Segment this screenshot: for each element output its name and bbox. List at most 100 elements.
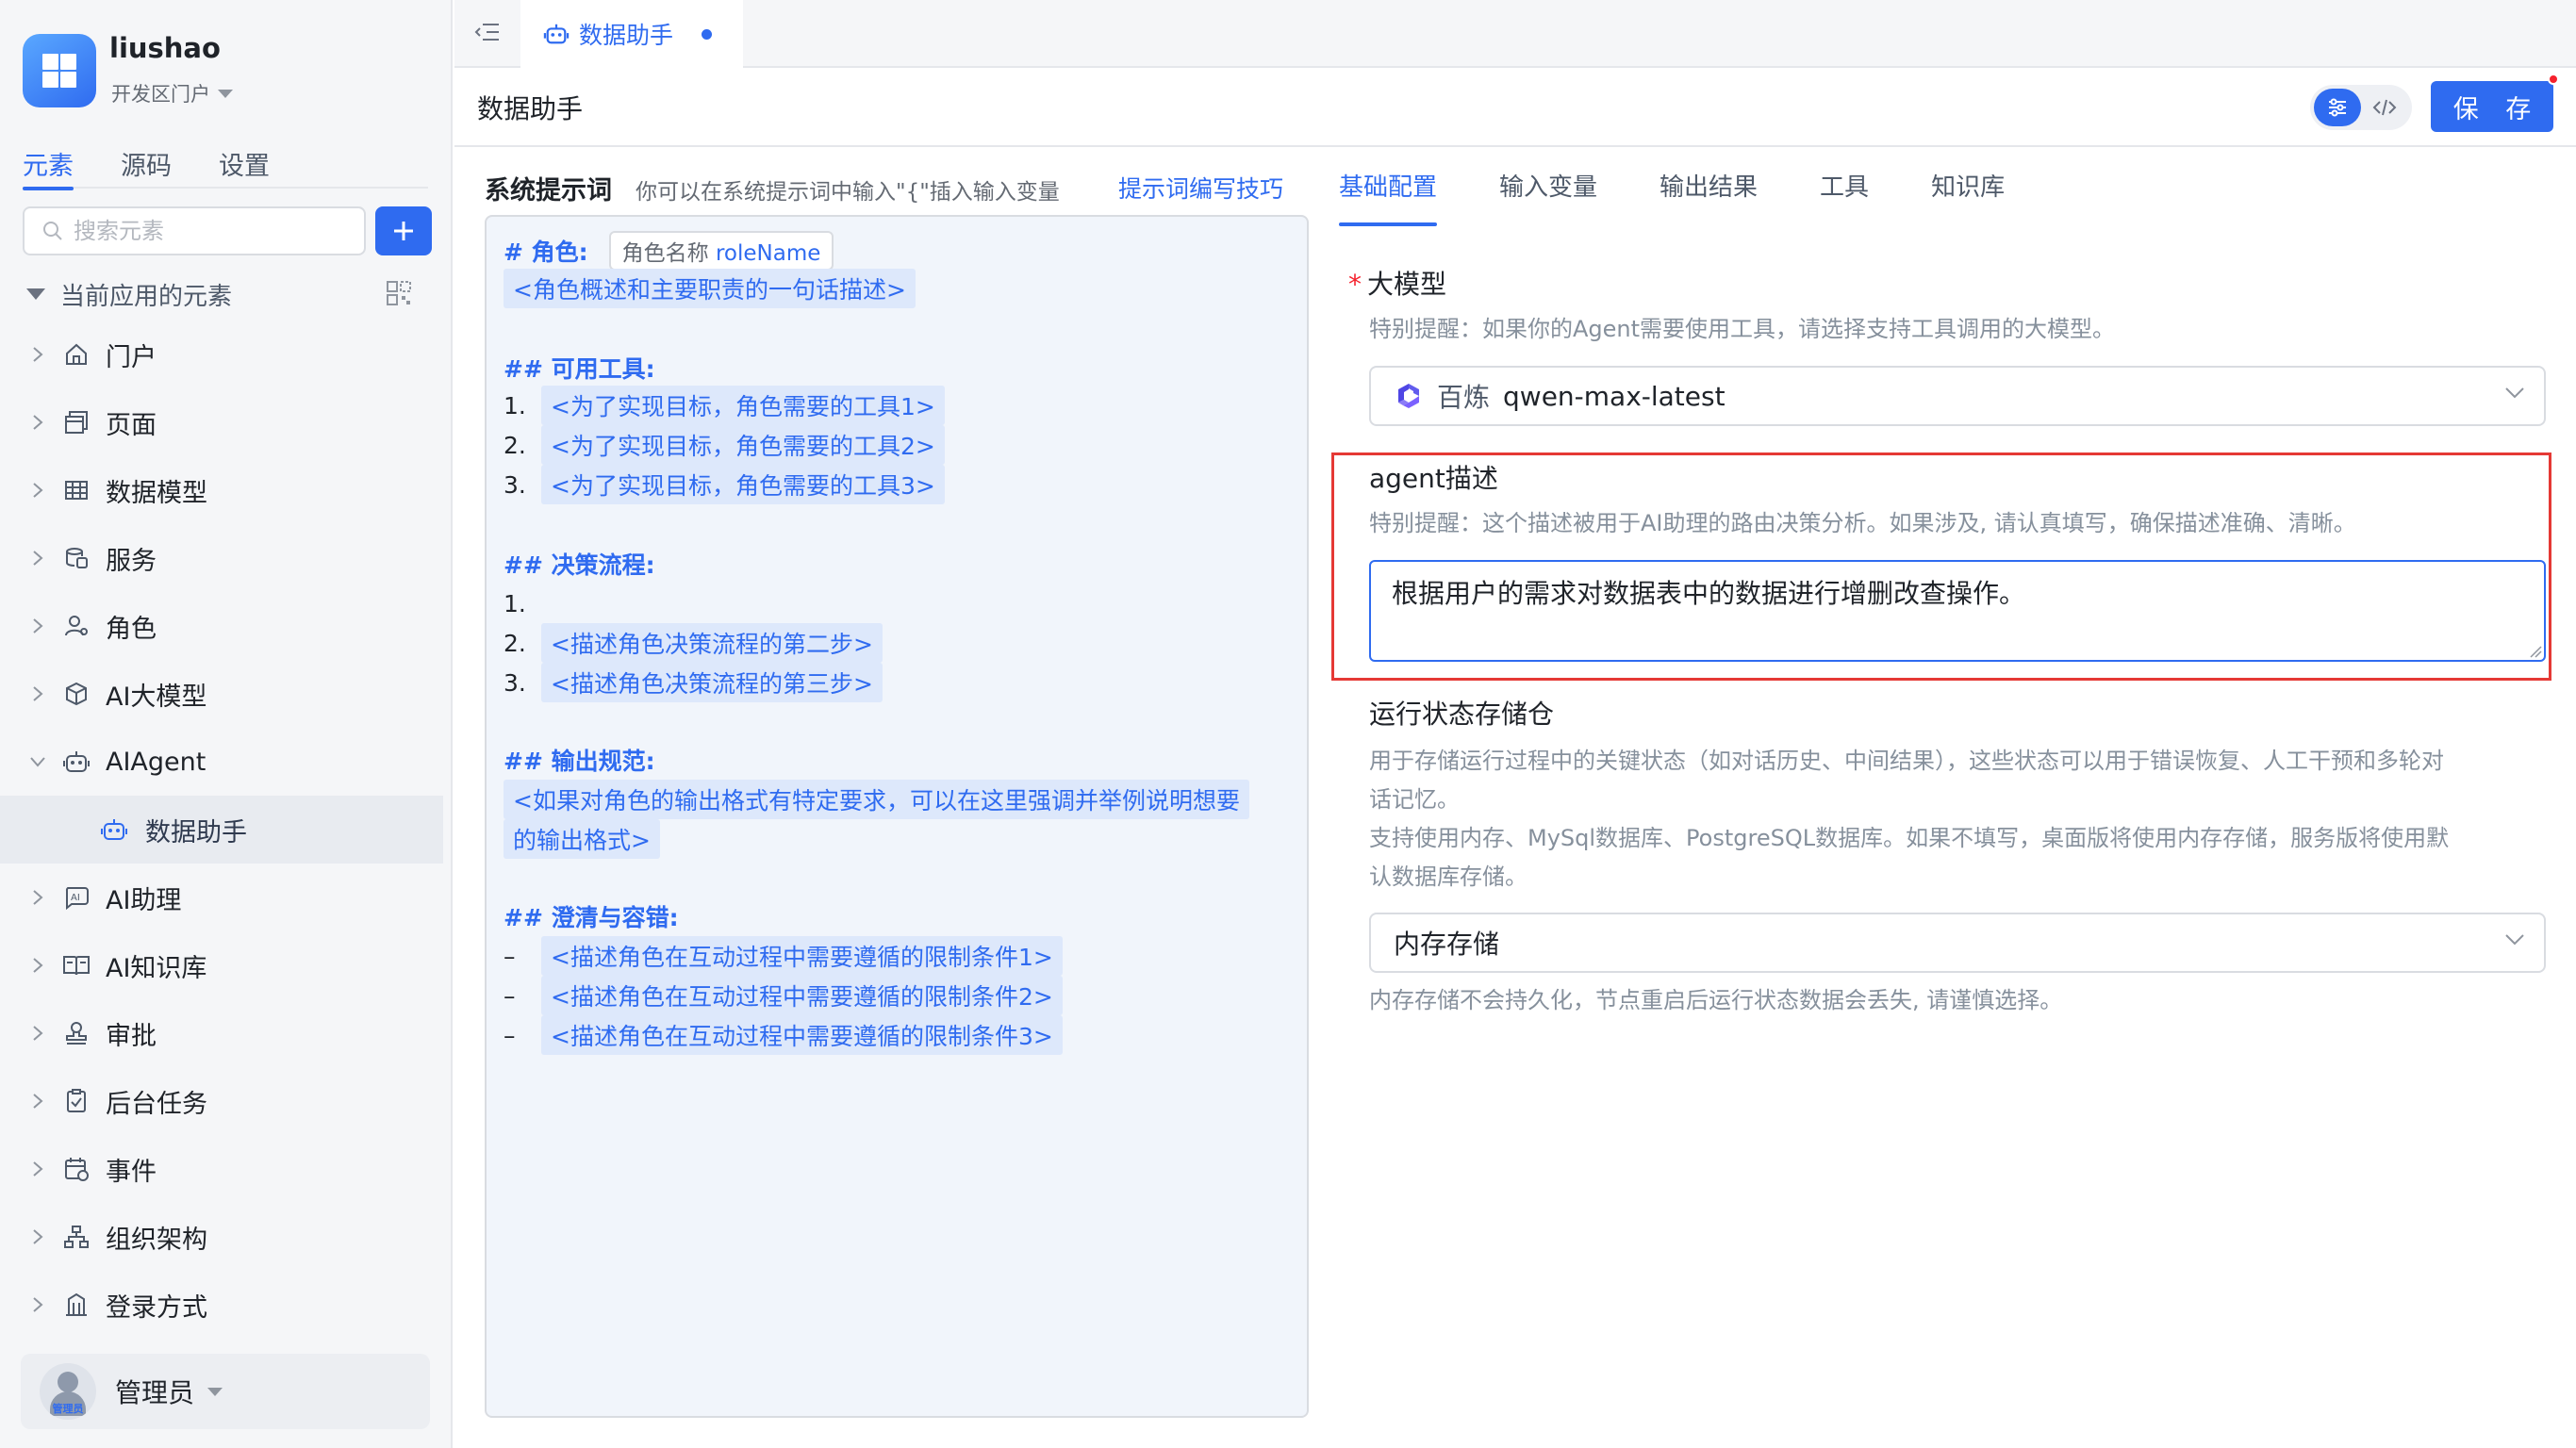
placeholder-chip[interactable]: 的输出格式> <box>504 819 660 859</box>
placeholder-chip[interactable]: <描述角色决策流程的第二步> <box>541 623 883 663</box>
storage-footnote: 内存存储不会持久化，节点重启后运行状态数据会丢失, 请谨慎选择。 <box>1369 987 2063 1013</box>
tree-item-approval[interactable]: 审批 <box>0 999 443 1067</box>
tree-item-role[interactable]: 角色 <box>0 592 443 660</box>
placeholder-chip[interactable]: <为了实现目标，角色需要的工具3> <box>541 465 945 504</box>
calendar-icon <box>62 1155 91 1183</box>
admin-name: 管理员 <box>115 1377 195 1408</box>
tree-item-label: AI知识库 <box>106 953 207 983</box>
placeholder-chip[interactable]: <为了实现目标，角色需要的工具2> <box>541 425 945 465</box>
tab-data-assistant[interactable]: 数据助手 <box>520 0 743 68</box>
chevron-right-icon[interactable] <box>28 1227 47 1246</box>
tab-input-variables[interactable]: 输入变量 <box>1499 168 1597 228</box>
chevron-down-icon[interactable] <box>28 752 47 771</box>
tree-item-label: 登录方式 <box>106 1292 207 1323</box>
editor-line: <角色概述和主要职责的一句话描述> <box>504 269 916 308</box>
model-select[interactable]: 百炼 qwen-max-latest <box>1369 366 2546 426</box>
scan-icon[interactable] <box>385 279 413 307</box>
robot-icon <box>543 24 570 44</box>
resize-handle-icon[interactable] <box>2529 645 2542 658</box>
editor-line: 3. <为了实现目标，角色需要的工具3> <box>504 465 945 504</box>
tree-item-background-task[interactable]: 后台任务 <box>0 1067 443 1135</box>
list-number: 1. <box>504 391 526 420</box>
tree-header[interactable]: 当前应用的元素 <box>26 273 422 315</box>
tab-basic-config[interactable]: 基础配置 <box>1339 168 1438 228</box>
editor-line: ## 输出规范: <box>504 743 655 777</box>
tree-item-login[interactable]: 登录方式 <box>0 1271 443 1339</box>
tab-knowledge-base[interactable]: 知识库 <box>1931 168 2005 228</box>
chevron-right-icon[interactable] <box>28 888 47 907</box>
prompt-section-title: 系统提示词 <box>485 176 612 206</box>
user-menu[interactable]: 管理员 管理员 <box>21 1354 430 1429</box>
tree-item-org[interactable]: 组织架构 <box>0 1203 443 1271</box>
code-mode-button[interactable] <box>2361 89 2408 126</box>
tree-item-portal[interactable]: 门户 <box>0 321 443 388</box>
agent-desc-title: agent描述 <box>1369 463 1498 494</box>
org-chart-icon <box>62 1223 91 1251</box>
tree-item-service[interactable]: 服务 <box>0 524 443 592</box>
placeholder-chip[interactable]: <描述角色在互动过程中需要遵循的限制条件1> <box>541 936 1063 976</box>
chevron-right-icon[interactable] <box>28 345 47 364</box>
tree-item-ai-knowledge[interactable]: AI知识库 <box>0 931 443 999</box>
form-mode-button[interactable] <box>2314 89 2361 126</box>
placeholder-chip[interactable]: <为了实现目标，角色需要的工具1> <box>541 386 945 425</box>
role-name-variable[interactable]: 角色名称 roleName <box>608 231 834 271</box>
chevron-right-icon[interactable] <box>28 956 47 975</box>
save-button[interactable]: 保 存 <box>2431 81 2553 132</box>
chevron-right-icon[interactable] <box>28 684 47 703</box>
chevron-right-icon[interactable] <box>28 549 47 568</box>
chevron-right-icon[interactable] <box>28 1024 47 1043</box>
chevron-right-icon[interactable] <box>28 617 47 635</box>
editor-line: # 角色: 角色名称 roleName <box>504 231 834 271</box>
sidebar: liushao 开发区门户 元素 源码 设置 当前应用的元素 <box>0 0 453 1448</box>
placeholder-chip[interactable]: <描述角色在互动过程中需要遵循的限制条件3> <box>541 1015 1063 1055</box>
service-icon <box>62 544 91 572</box>
agent-description-input[interactable]: 根据用户的需求对数据表中的数据进行增删改查操作。 <box>1369 560 2546 662</box>
output-heading: ## 输出规范: <box>504 748 655 775</box>
placeholder-chip[interactable]: <描述角色在互动过程中需要遵循的限制条件2> <box>541 976 1063 1015</box>
editor-line: 的输出格式> <box>504 819 660 859</box>
tree-item-data-assistant[interactable]: 数据助手 <box>0 796 443 864</box>
tree-item-page[interactable]: 页面 <box>0 388 443 456</box>
notification-dot <box>2548 74 2559 85</box>
env-selector[interactable]: 开发区门户 <box>111 79 233 107</box>
chevron-right-icon[interactable] <box>28 1295 47 1314</box>
editor-line: 2. <为了实现目标，角色需要的工具2> <box>504 425 945 465</box>
chevron-right-icon[interactable] <box>28 413 47 432</box>
add-element-button[interactable] <box>375 206 432 255</box>
stamp-icon <box>62 1019 91 1047</box>
tab-settings[interactable]: 设置 <box>219 141 270 189</box>
unsaved-dot <box>702 28 713 40</box>
model-provider: 百炼 <box>1437 382 1491 413</box>
tree-item-data-model[interactable]: 数据模型 <box>0 456 443 524</box>
search-input[interactable] <box>74 218 347 244</box>
view-mode-toggle <box>2310 85 2412 130</box>
list-bullet: – <box>504 981 516 1010</box>
tab-elements[interactable]: 元素 <box>23 141 74 190</box>
tree-item-ai-assistant[interactable]: AI AI助理 <box>0 864 443 931</box>
placeholder-chip[interactable]: <角色概述和主要职责的一句话描述> <box>504 269 916 308</box>
placeholder-chip[interactable]: <如果对角色的输出格式有特定要求，可以在这里强调并举例说明想要 <box>504 780 1249 819</box>
storage-select[interactable]: 内存存储 <box>1369 913 2546 973</box>
robot-icon <box>62 748 91 776</box>
tree-item-label: 后台任务 <box>106 1089 207 1119</box>
tree-item-event[interactable]: 事件 <box>0 1135 443 1203</box>
tab-output-results[interactable]: 输出结果 <box>1660 168 1758 228</box>
tab-source[interactable]: 源码 <box>121 141 172 189</box>
app-logo[interactable] <box>23 34 96 107</box>
prompt-tips-link[interactable]: 提示词编写技巧 <box>1118 171 1283 205</box>
system-prompt-editor[interactable]: # 角色: 角色名称 roleName <角色概述和主要职责的一句话描述> ##… <box>485 215 1309 1418</box>
chevron-right-icon[interactable] <box>28 1092 47 1111</box>
tab-label: 数据助手 <box>579 22 674 49</box>
role-icon <box>62 612 91 640</box>
flow-heading: ## 决策流程: <box>504 551 655 579</box>
tree-item-ai-model[interactable]: AI大模型 <box>0 660 443 728</box>
chevron-right-icon[interactable] <box>28 1160 47 1178</box>
book-icon <box>62 951 91 979</box>
tree-item-aiagent[interactable]: AIAgent <box>0 728 443 796</box>
placeholder-chip[interactable]: <描述角色决策流程的第三步> <box>541 663 883 702</box>
tab-tools[interactable]: 工具 <box>1820 168 1869 228</box>
editor-line: 2. <描述角色决策流程的第二步> <box>504 623 883 663</box>
chevron-right-icon[interactable] <box>28 481 47 500</box>
robot-icon <box>100 815 128 844</box>
collapse-sidebar-icon[interactable] <box>473 19 502 45</box>
